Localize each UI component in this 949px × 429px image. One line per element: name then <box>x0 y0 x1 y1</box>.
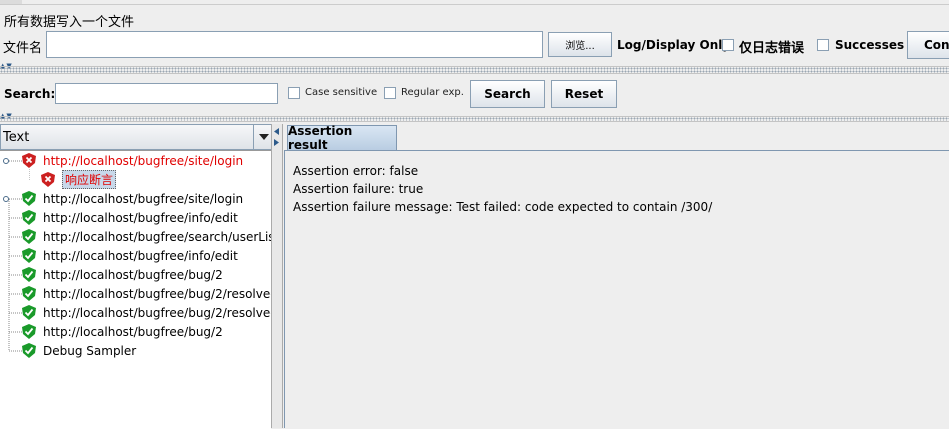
regular-exp-label: Regular exp. <box>401 87 464 98</box>
tree-item-1[interactable]: http://localhost/bugfree/site/login <box>22 151 243 170</box>
fail-shield-icon <box>41 172 55 187</box>
tree-item-2[interactable]: 响应断言 <box>41 170 117 189</box>
fail-shield-icon <box>22 153 36 168</box>
pass-shield-icon <box>22 229 36 244</box>
pass-shield-icon <box>22 248 36 263</box>
pass-shield-icon <box>22 191 36 206</box>
pass-shield-icon <box>22 343 36 358</box>
pass-shield-icon <box>22 324 36 339</box>
tree-item-label: http://localhost/bugfree/info/edit <box>43 248 238 263</box>
errors-only-label: 仅日志错误 <box>739 41 805 56</box>
tree-item-9[interactable]: http://localhost/bugfree/bug/2/resolved <box>22 303 278 322</box>
tree-item-label: http://localhost/bugfree/bug/2 <box>43 267 223 282</box>
split-divider[interactable] <box>0 66 949 74</box>
assertion-failure-line: Assertion failure: true <box>293 182 424 196</box>
reset-button[interactable]: Reset <box>551 80 617 108</box>
configure-button[interactable]: Conf <box>907 31 949 59</box>
tab-assertion-result[interactable]: Assertion result <box>287 124 397 152</box>
regular-exp-checkbox[interactable] <box>384 87 396 99</box>
pass-shield-icon <box>22 286 36 301</box>
top-separator <box>0 4 949 5</box>
chevron-down-icon[interactable] <box>253 125 273 149</box>
search-input[interactable] <box>55 83 278 104</box>
tree-item-8[interactable]: http://localhost/bugfree/bug/2/resolved <box>22 284 278 303</box>
results-tree: http://localhost/bugfree/site/login 响应断言… <box>0 150 279 429</box>
browse-button[interactable]: 浏览... <box>548 32 612 57</box>
case-sensitive-label: Case sensitive <box>305 87 378 98</box>
assertion-error-line: Assertion error: false <box>293 164 419 178</box>
case-sensitive-checkbox[interactable] <box>288 87 300 99</box>
errors-only-checkbox[interactable] <box>722 39 734 51</box>
tree-item-6[interactable]: http://localhost/bugfree/info/edit <box>22 246 238 265</box>
tree-item-label: http://localhost/bugfree/info/edit <box>43 210 238 225</box>
tree-item-label: http://localhost/bugfree/site/login <box>43 153 244 168</box>
tree-item-7[interactable]: http://localhost/bugfree/bug/2 <box>22 265 223 284</box>
tree-item-label: 响应断言 <box>62 170 117 189</box>
tree-item-label: http://localhost/bugfree/search/userList <box>43 229 280 244</box>
assertion-message-line: Assertion failure message: Test failed: … <box>293 200 713 214</box>
assertion-result-panel: Assertion error: false Assertion failure… <box>284 150 949 428</box>
splitter-arrows-icon[interactable] <box>274 128 280 148</box>
tree-item-label: http://localhost/bugfree/bug/2/resolved <box>43 286 278 301</box>
search-label: Search: <box>4 87 56 101</box>
renderer-select[interactable]: Text <box>0 124 273 150</box>
pass-shield-icon <box>22 210 36 225</box>
tree-item-11[interactable]: Debug Sampler <box>22 341 136 360</box>
tree-item-label: http://localhost/bugfree/bug/2 <box>43 324 223 339</box>
tree-item-label: Debug Sampler <box>43 343 137 358</box>
tree-item-5[interactable]: http://localhost/bugfree/search/userList <box>22 227 279 246</box>
filename-label: 文件名 <box>3 41 43 56</box>
vertical-splitter[interactable] <box>271 124 283 428</box>
pass-shield-icon <box>22 305 36 320</box>
successes-checkbox[interactable] <box>817 39 829 51</box>
tree-item-label: http://localhost/bugfree/bug/2/resolved <box>43 305 278 320</box>
log-display-label: Log/Display Only: <box>617 38 735 52</box>
tree-item-4[interactable]: http://localhost/bugfree/info/edit <box>22 208 238 227</box>
search-button[interactable]: Search <box>470 80 545 108</box>
tree-item-label: http://localhost/bugfree/site/login <box>43 191 244 206</box>
filename-input[interactable] <box>46 31 543 58</box>
tree-item-3[interactable]: http://localhost/bugfree/site/login <box>22 189 243 208</box>
file-section-title: 所有数据写入一个文件 <box>4 15 135 30</box>
successes-label: Successes <box>835 38 905 52</box>
tree-item-10[interactable]: http://localhost/bugfree/bug/2 <box>22 322 223 341</box>
split-divider-2[interactable] <box>0 116 949 122</box>
renderer-select-value: Text <box>3 130 30 145</box>
pass-shield-icon <box>22 267 36 282</box>
